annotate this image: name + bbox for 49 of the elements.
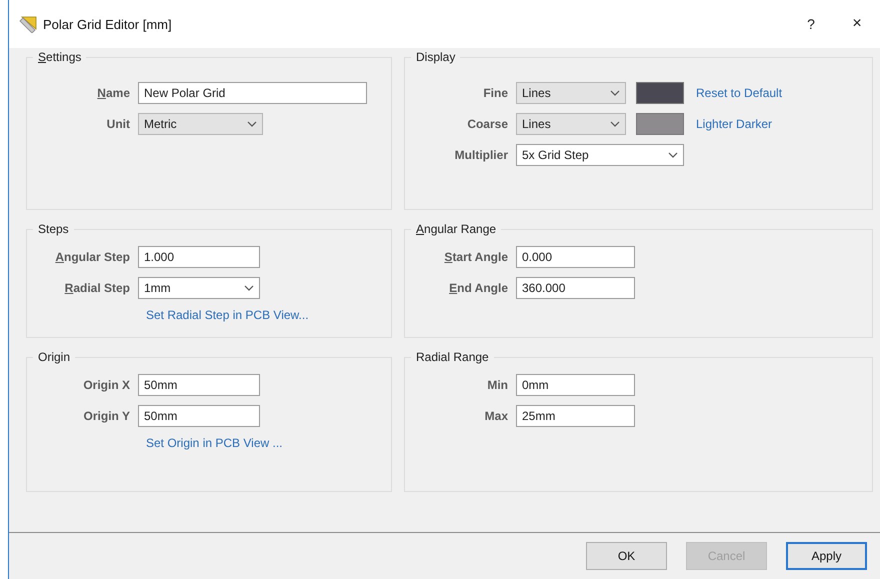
field-label: Origin Y: [82, 409, 131, 423]
field-label: Start Angle: [443, 250, 509, 264]
group-title: Display: [415, 50, 456, 64]
chevron-down-icon: [668, 152, 678, 158]
field-label: Name: [96, 86, 131, 100]
group-title: Angular Range: [415, 222, 498, 236]
close-button[interactable]: ×: [834, 15, 880, 33]
field-label: Radial Step: [64, 281, 131, 295]
chevron-down-icon: [610, 90, 620, 96]
field-label: Angular Step: [54, 250, 131, 264]
dialog-button[interactable]: OK: [586, 542, 667, 570]
dropdown[interactable]: 1mm: [138, 277, 260, 299]
text-field[interactable]: New Polar Grid: [138, 82, 367, 104]
text-field[interactable]: 0.000: [516, 246, 635, 268]
group-title: Steps: [37, 222, 70, 236]
dropdown[interactable]: Lines: [516, 82, 626, 104]
chevron-down-icon: [610, 121, 620, 127]
field-label: Multiplier: [454, 148, 509, 162]
text-field[interactable]: 1.000: [138, 246, 260, 268]
window-title: Polar Grid Editor [mm]: [43, 16, 173, 32]
set-square-icon: [19, 15, 37, 33]
dropdown[interactable]: Lines: [516, 113, 626, 135]
text-field[interactable]: 0mm: [516, 374, 635, 396]
text-field[interactable]: 50mm: [138, 405, 260, 427]
field-label: Unit: [106, 117, 131, 131]
text-field[interactable]: 360.000: [516, 277, 635, 299]
chevron-down-icon: [247, 121, 257, 127]
link[interactable]: Set Radial Step in PCB View...: [146, 308, 309, 322]
text-field[interactable]: 25mm: [516, 405, 635, 427]
link[interactable]: Set Origin in PCB View ...: [146, 436, 282, 450]
dropdown[interactable]: 5x Grid Step: [516, 144, 684, 166]
link[interactable]: Reset to Default: [696, 86, 782, 100]
group-title: Radial Range: [415, 350, 490, 364]
group-title: Settings: [37, 50, 82, 64]
field-label: End Angle: [448, 281, 509, 295]
help-button[interactable]: ?: [788, 16, 834, 32]
link[interactable]: Lighter Darker: [696, 117, 772, 131]
field-label: Min: [486, 378, 509, 392]
color-swatch[interactable]: [636, 113, 684, 135]
group-title: Origin: [37, 350, 72, 364]
field-label: Coarse: [466, 117, 509, 131]
field-label: Origin X: [82, 378, 131, 392]
field-label: Max: [484, 409, 509, 423]
text-field[interactable]: 50mm: [138, 374, 260, 396]
field-label: Fine: [482, 86, 509, 100]
color-swatch[interactable]: [636, 82, 684, 104]
chevron-down-icon: [244, 285, 254, 291]
dialog-button[interactable]: Apply: [786, 542, 867, 570]
dropdown[interactable]: Metric: [138, 113, 263, 135]
